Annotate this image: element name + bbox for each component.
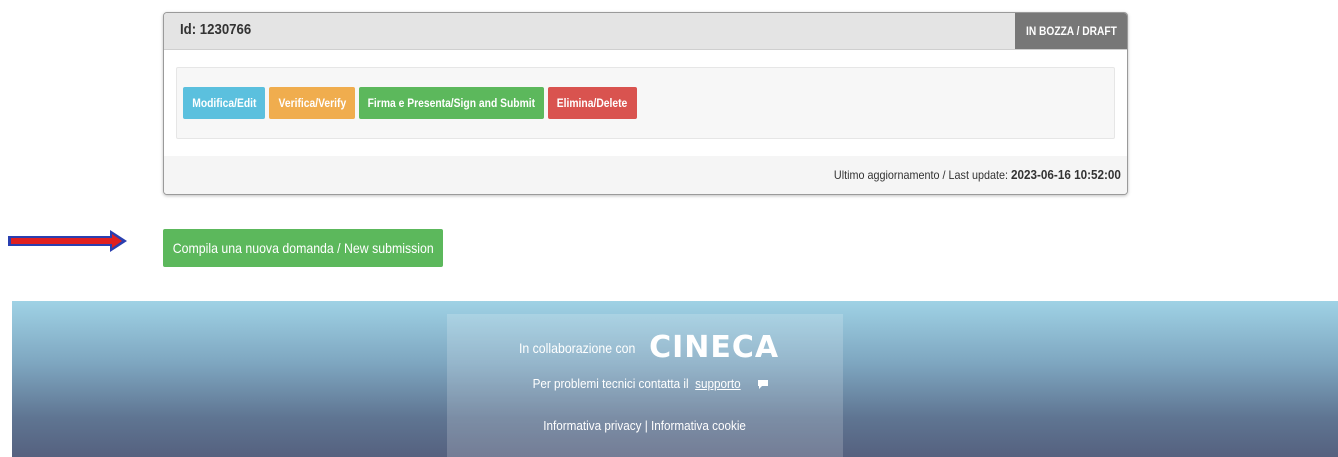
last-update: Ultimo aggiornamento / Last update: 2023… (834, 167, 1121, 182)
support-text: Per problemi tecnici contatta il (532, 376, 689, 391)
support-line: Per problemi tecnici contatta il support… (447, 376, 843, 391)
actions-well: Modifica/Edit Verifica/Verify Firma e Pr… (176, 67, 1115, 139)
status-badge-label: IN BOZZA / DRAFT (1025, 24, 1117, 38)
card-footer: Ultimo aggiornamento / Last update: 2023… (164, 156, 1127, 194)
footer-box: In collaborazione con CINECA Per problem… (447, 314, 843, 457)
last-update-value: 2023-06-16 10:52:00 (1011, 167, 1121, 182)
link-separator: | (641, 418, 652, 433)
status-badge: IN BOZZA / DRAFT (1015, 13, 1127, 49)
delete-button[interactable]: Elimina/Delete (548, 87, 637, 119)
verify-button[interactable]: Verifica/Verify (269, 87, 355, 119)
new-submission-button[interactable]: Compila una nuova domanda / New submissi… (163, 229, 443, 267)
red-arrow-icon (8, 230, 127, 252)
submission-card: Id: 1230766 IN BOZZA / DRAFT Modifica/Ed… (163, 12, 1128, 195)
edit-button[interactable]: Modifica/Edit (183, 87, 265, 119)
page-footer: In collaborazione con CINECA Per problem… (12, 301, 1338, 457)
cookie-link[interactable]: Informativa cookie (651, 418, 746, 433)
card-header: Id: 1230766 IN BOZZA / DRAFT (164, 13, 1127, 50)
legal-links: Informativa privacy | Informativa cookie (447, 418, 843, 433)
sign-and-submit-button[interactable]: Firma e Presenta/Sign and Submit (359, 87, 544, 119)
submission-id: Id: 1230766 (180, 21, 252, 38)
cineca-logo: CINECA (649, 330, 780, 365)
support-link[interactable]: supporto (695, 376, 741, 391)
privacy-link[interactable]: Informativa privacy (544, 418, 642, 433)
chat-bubble-icon (758, 380, 769, 390)
collaboration-line: In collaborazione con CINECA (447, 330, 843, 365)
collaboration-text: In collaborazione con (518, 339, 636, 356)
last-update-label: Ultimo aggiornamento / Last update: (833, 168, 1012, 182)
